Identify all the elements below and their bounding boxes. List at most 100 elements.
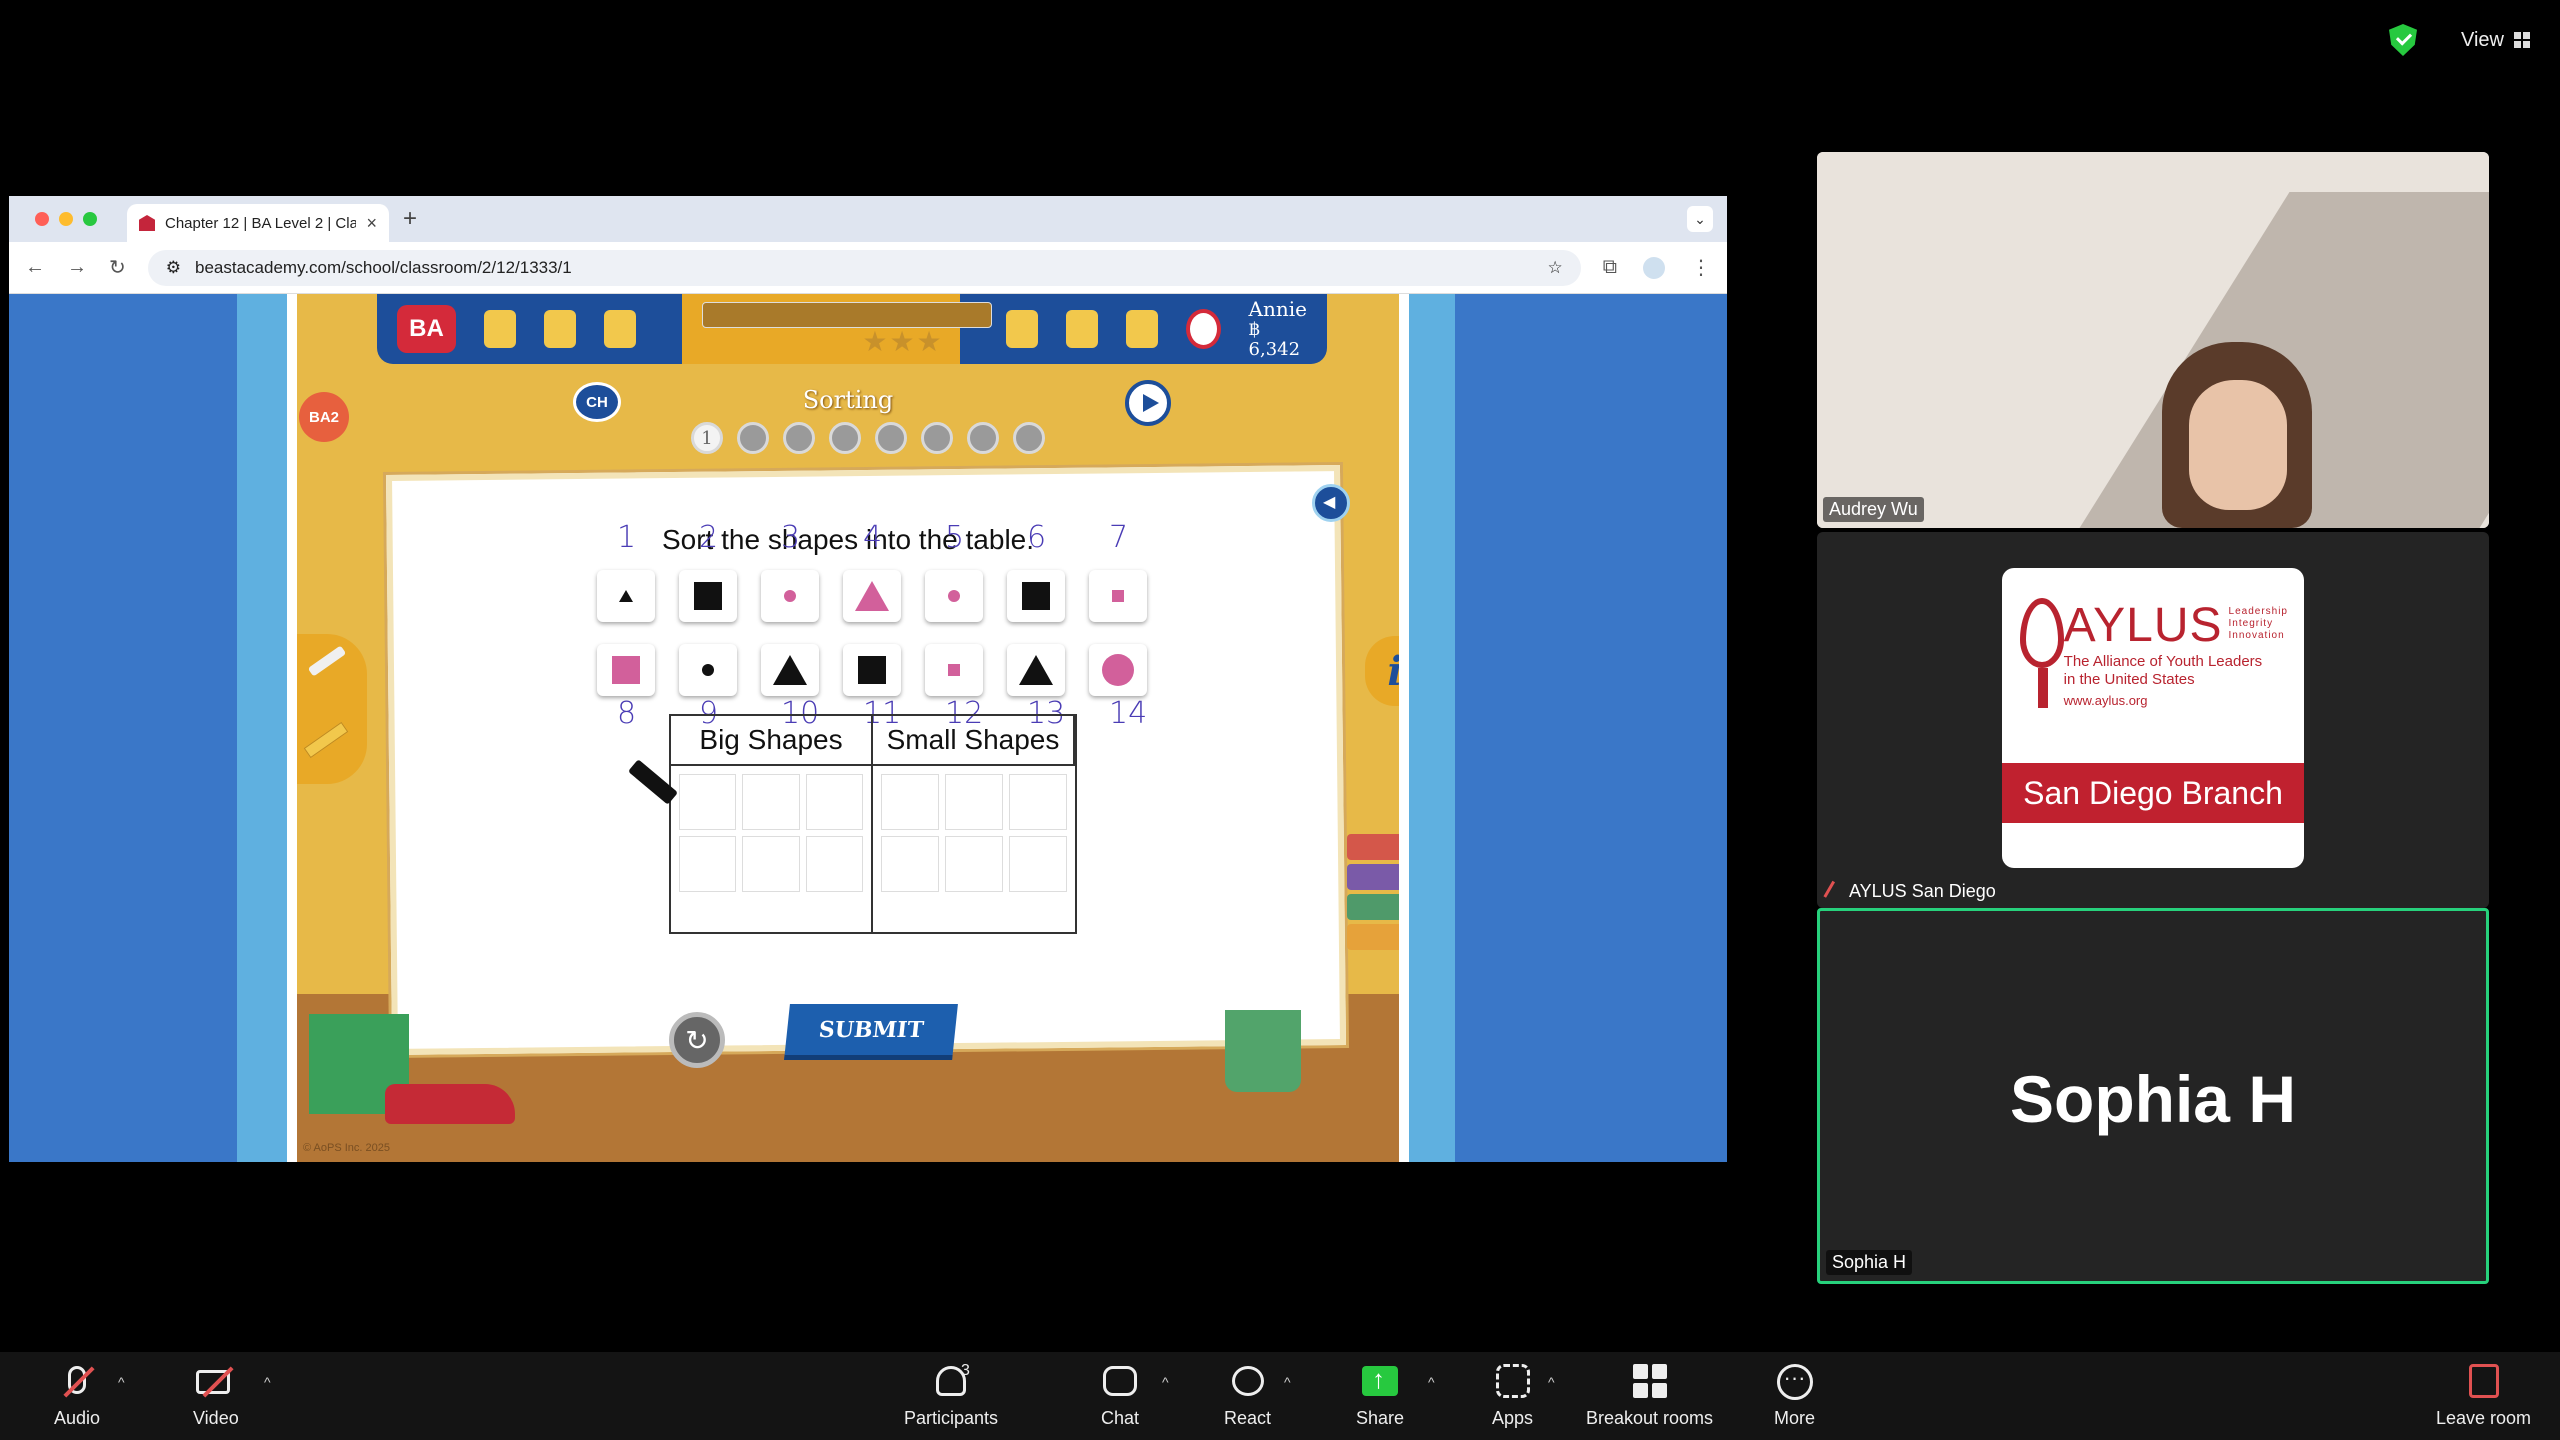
step-dot[interactable] [1013,422,1045,454]
settings-gear-icon[interactable] [1125,310,1158,348]
forward-arrow-icon[interactable]: → [67,256,87,279]
shape-card-12[interactable] [925,644,983,696]
shape-card-14[interactable] [1089,644,1147,696]
participant-video-audrey[interactable]: Audrey Wu [1817,152,2489,528]
drop-slot[interactable] [1009,836,1067,892]
ruler-tool-icon[interactable] [303,721,349,759]
top-right-controls: View [2389,24,2530,56]
tab-search-chevron-icon[interactable]: ⌄ [1687,206,1713,232]
reset-button[interactable]: ↻ [669,1012,725,1068]
user-info[interactable]: Annie ฿ 6,342 [1249,298,1307,360]
submit-button[interactable]: SUBMIT [784,1004,958,1060]
shape-card-5[interactable] [925,570,983,622]
audio-options-caret-icon[interactable]: ^ [118,1374,125,1390]
shape-card-9[interactable] [679,644,737,696]
step-dot[interactable] [921,422,953,454]
aylus-url: www.aylus.org [2063,693,2148,708]
encryption-shield-icon[interactable] [2389,24,2417,56]
breakout-rooms-button[interactable]: Breakout rooms [1586,1362,1713,1429]
profile-avatar[interactable] [1643,256,1665,279]
share-screen-icon [1362,1364,1399,1396]
drop-slot[interactable] [881,774,939,830]
react-options-caret-icon[interactable]: ^ [1284,1374,1291,1390]
apps-options-caret-icon[interactable]: ^ [1548,1374,1555,1390]
react-button[interactable]: React [1224,1362,1271,1429]
browser-menu-icon[interactable]: ⋮ [1691,255,1711,280]
reload-icon[interactable]: ↻ [109,255,126,280]
shape-card-10[interactable] [761,644,819,696]
browser-tabstrip: Chapter 12 | BA Level 2 | Clas × + ⌄ [9,196,1727,242]
book-icon[interactable] [543,310,576,348]
shape-card-8[interactable] [597,644,655,696]
step-dot[interactable] [875,422,907,454]
small-shapes-dropzone[interactable] [873,766,1075,932]
participant-display-name: Sophia H [2009,1062,2296,1136]
drop-slot[interactable] [1009,774,1067,830]
handwritten-number: 8 [617,696,637,731]
participant-tile-aylus[interactable]: AYLUS Leadership Integrity Innovation Th… [1817,532,2489,908]
new-tab-icon[interactable]: + [403,205,417,233]
drop-slot[interactable] [679,836,737,892]
leave-room-button[interactable]: Leave room [2436,1362,2531,1429]
breakout-label: Breakout rooms [1586,1408,1714,1428]
video-options-caret-icon[interactable]: ^ [264,1374,271,1390]
speaker-icon[interactable] [1312,484,1350,522]
step-dot[interactable] [737,422,769,454]
pencil-tool-icon[interactable] [307,645,347,677]
video-button[interactable]: Video [193,1362,239,1429]
shape-card-6[interactable] [1007,570,1065,622]
site-settings-icon[interactable]: ⚙ [166,258,181,278]
audio-button[interactable]: Audio [54,1362,100,1429]
drop-slot[interactable] [679,774,737,830]
back-arrow-icon[interactable]: ← [25,256,45,279]
drop-slot[interactable] [742,774,800,830]
participants-button[interactable]: 3 Participants [904,1362,998,1429]
more-button[interactable]: ··· More [1774,1362,1815,1429]
shape-card-4[interactable] [843,570,901,622]
close-tab-icon[interactable]: × [366,213,377,234]
shared-screen-browser: Chapter 12 | BA Level 2 | Clas × + ⌄ ← →… [9,196,1727,1162]
step-dot[interactable] [967,422,999,454]
avatar-button[interactable] [1185,309,1221,349]
small-pink-circle [948,590,960,602]
maximize-window-icon[interactable] [83,212,97,226]
drop-slot[interactable] [805,774,863,830]
participant-tile-sophia[interactable]: Sophia H Sophia H [1817,908,2489,1284]
info-button[interactable]: i [1365,636,1399,706]
shape-card-7[interactable] [1089,570,1147,622]
beast-academy-game: BA ★★★ Annie ฿ 6,342 BA2 CH Sorting 1 ◀ … [297,294,1399,1162]
drop-slot[interactable] [742,836,800,892]
shape-card-13[interactable] [1007,644,1065,696]
shape-card-2[interactable] [679,570,737,622]
chat-button[interactable]: Chat [1100,1362,1140,1429]
shape-card-1[interactable] [597,570,655,622]
drop-slot[interactable] [945,774,1003,830]
share-options-caret-icon[interactable]: ^ [1428,1374,1435,1390]
extensions-icon[interactable]: ⧉ [1603,256,1617,279]
step-dot[interactable]: 1 [691,422,723,454]
leave-door-icon [2468,1364,2499,1398]
help-icon[interactable] [1065,310,1098,348]
browser-tab[interactable]: Chapter 12 | BA Level 2 | Clas × [127,204,389,242]
drop-slot[interactable] [805,836,863,892]
share-button[interactable]: Share [1356,1362,1404,1429]
play-video-icon[interactable] [1125,380,1171,426]
bookmark-star-icon[interactable]: ☆ [1547,258,1562,278]
badge-icon[interactable] [1005,310,1038,348]
step-dot[interactable] [783,422,815,454]
shape-card-3[interactable] [761,570,819,622]
big-shapes-dropzone[interactable] [671,766,873,932]
video-icon[interactable] [603,310,636,348]
address-bar[interactable]: ⚙ beastacademy.com/school/classroom/2/12… [147,249,1581,286]
apps-button[interactable]: Apps [1492,1362,1533,1429]
view-button[interactable]: View [2461,29,2530,52]
chat-options-caret-icon[interactable]: ^ [1162,1374,1169,1390]
drop-slot[interactable] [881,836,939,892]
step-dot[interactable] [829,422,861,454]
drop-slot[interactable] [945,836,1003,892]
ba-logo-button[interactable]: BA [397,305,456,353]
minimize-window-icon[interactable] [59,212,73,226]
home-icon[interactable] [483,310,516,348]
close-window-icon[interactable] [35,212,49,226]
shape-card-11[interactable] [843,644,901,696]
